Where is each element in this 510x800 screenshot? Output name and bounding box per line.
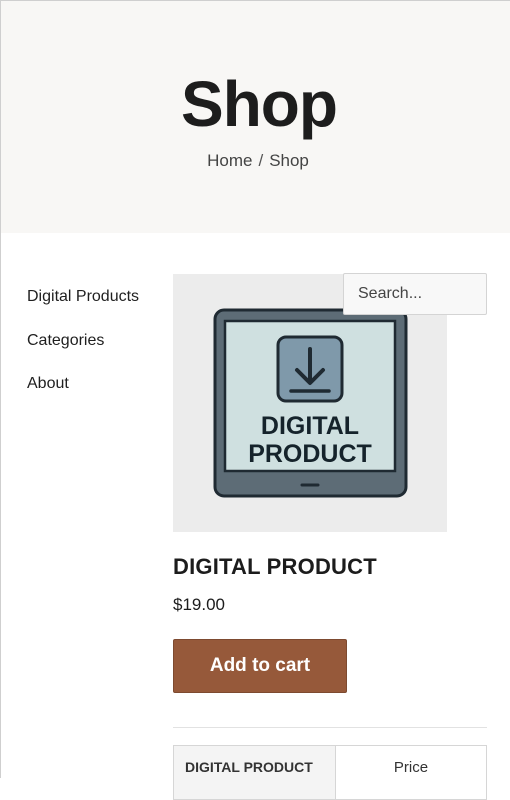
product-title: DIGITAL PRODUCT bbox=[173, 554, 377, 579]
download-icon bbox=[276, 335, 344, 403]
sidebar-item-digital-products[interactable]: Digital Products bbox=[27, 287, 139, 307]
breadcrumb: Home / Shop bbox=[1, 151, 510, 171]
page-title: Shop bbox=[181, 68, 338, 140]
product-table: DIGITAL PRODUCT Price bbox=[173, 745, 487, 800]
search-input[interactable] bbox=[343, 273, 487, 315]
breadcrumb-separator: / bbox=[258, 151, 264, 170]
table-cell-name: DIGITAL PRODUCT bbox=[173, 745, 336, 800]
divider bbox=[173, 727, 487, 728]
sidebar-item-categories[interactable]: Categories bbox=[27, 331, 139, 351]
add-to-cart-button[interactable]: Add to cart bbox=[173, 639, 347, 693]
sidebar-nav: Digital Products Categories About bbox=[27, 287, 139, 418]
image-text-line1: DIGITAL bbox=[261, 412, 359, 440]
image-text-line2: PRODUCT bbox=[248, 440, 372, 468]
table-cell-price-header: Price bbox=[335, 745, 487, 800]
table-row: DIGITAL PRODUCT Price bbox=[173, 745, 487, 800]
product-price: $19.00 bbox=[173, 595, 225, 614]
breadcrumb-current: Shop bbox=[269, 151, 309, 170]
breadcrumb-home-link[interactable]: Home bbox=[207, 151, 252, 170]
page-header: Shop Home / Shop bbox=[1, 1, 510, 233]
sidebar-item-about[interactable]: About bbox=[27, 374, 139, 394]
